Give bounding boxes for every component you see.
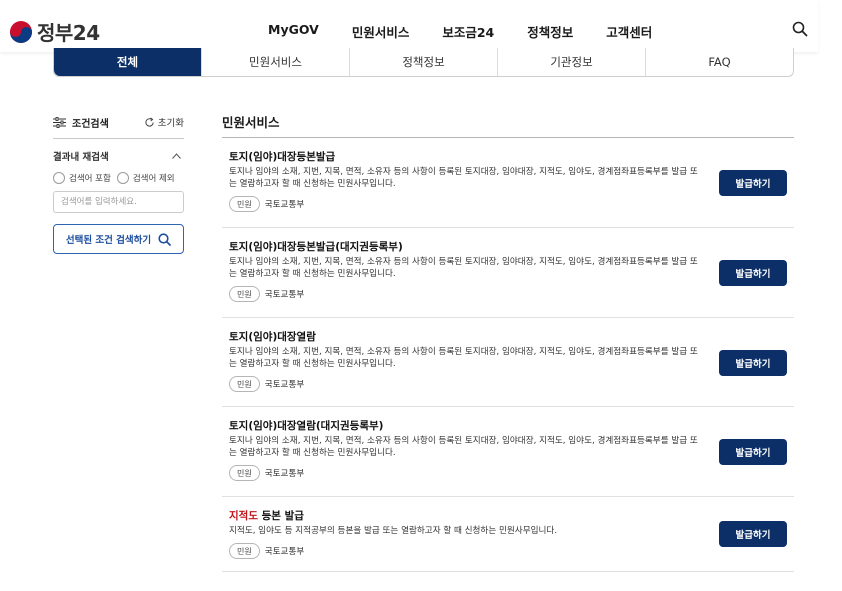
list-item: 지적도 등본 발급 지적도, 임야도 등 지적공부의 등본을 발급 또는 열람하… [222,497,794,572]
filter-sliders-icon [53,116,66,128]
main-nav: MyGOV 민원서비스 보조금24 정책정보 고객센터 [268,22,685,41]
refine-search-header[interactable]: 결과내 재검색 [53,149,184,163]
item-description: 지적도, 임야도 등 지적공부의 등본을 발급 또는 열람하고자 할 때 신청하… [229,526,558,536]
list-item: 토지(임야)대장등본발급(대지권등록부) 토지나 임야의 소재, 지번, 지목,… [222,228,794,318]
radio-include-circle[interactable] [53,172,65,184]
category-tag: 민원 [229,543,260,559]
list-item: 토지(임야)대장열람 토지나 임야의 소재, 지번, 지목, 면적, 소유자 등… [222,318,794,407]
list-item: 토지(임야)대장열람(대지권등록부) 토지나 임야의 소재, 지번, 지목, 면… [222,407,794,497]
agency-name: 국토교통부 [264,290,305,300]
search-mode-radios: 검색어 포함 검색어 제외 [53,172,184,184]
tab-all[interactable]: 전체 [54,48,201,76]
item-title-text: 토지(임야)대장열람 [229,331,316,343]
tab-agency-info[interactable]: 기관정보 [497,48,645,76]
issue-button[interactable]: 발급하기 [719,170,787,196]
item-title[interactable]: 토지(임야)대장등본발급 [229,149,794,163]
item-title-text: 토지(임야)대장등본발급 [229,151,336,163]
refresh-icon [145,117,154,127]
item-description: 토지나 임야의 소재, 지번, 지목, 면적, 소유자 등의 사항이 등록된 토… [229,436,698,458]
tab-policy-info[interactable]: 정책정보 [349,48,497,76]
filter-title-label: 조건검색 [72,118,109,130]
nav-item-policy-info[interactable]: 정책정보 [527,22,573,41]
category-tabs: 전체 민원서비스 정책정보 기관정보 FAQ [53,48,794,77]
radio-exclude-label: 검색어 제외 [132,174,175,184]
search-selected-conditions-button[interactable]: 선택된 조건 검색하기 [53,224,184,254]
list-item: 토지(임야)대장등본발급 토지나 임야의 소재, 지번, 지목, 면적, 소유자… [222,138,794,228]
agency-name: 국토교통부 [264,200,305,210]
taegeuk-logo-icon [10,20,32,43]
issue-button[interactable]: 발급하기 [719,260,787,286]
reset-button[interactable]: 초기화 [144,115,184,129]
nav-item-customer-center[interactable]: 고객센터 [606,22,652,41]
site-logo[interactable]: 정부24 [10,17,100,46]
item-title[interactable]: 토지(임야)대장열람(대지권등록부) [229,418,794,432]
section-title: 민원서비스 [222,115,280,130]
issue-button[interactable]: 발급하기 [719,521,787,547]
issue-button[interactable]: 발급하기 [719,439,787,465]
tab-civil-services[interactable]: 민원서비스 [201,48,349,76]
item-title[interactable]: 지적도 등본 발급 [229,508,794,522]
chevron-up-icon[interactable] [172,153,181,159]
item-title-text: 등본 발급 [257,510,304,522]
results-panel: 민원서비스 토지(임야)대장등본발급 토지나 임야의 소재, 지번, 지목, 면… [222,112,794,572]
agency-name: 국토교통부 [264,469,305,479]
category-tag: 민원 [229,465,260,481]
search-selected-label: 선택된 조건 검색하기 [65,235,152,246]
radio-exclude-circle[interactable] [116,172,129,184]
item-description: 토지나 임야의 소재, 지번, 지목, 면적, 소유자 등의 사항이 등록된 토… [229,167,698,189]
issue-button[interactable]: 발급하기 [719,350,787,376]
agency-name: 국토교통부 [264,547,305,557]
tab-faq[interactable]: FAQ [645,48,793,76]
search-icon [158,232,171,246]
nav-item-mygov[interactable]: MyGOV [268,22,319,41]
item-description: 토지나 임야의 소재, 지번, 지목, 면적, 소유자 등의 사항이 등록된 토… [229,347,698,369]
radio-exclude-keyword[interactable]: 검색어 제외 [116,172,175,184]
radio-include-keyword[interactable]: 검색어 포함 [53,172,111,184]
item-description: 토지나 임야의 소재, 지번, 지목, 면적, 소유자 등의 사항이 등록된 토… [229,257,698,279]
item-title[interactable]: 토지(임야)대장등본발급(대지권등록부) [229,239,794,253]
sidebar-divider [53,138,184,139]
nav-item-civil-services[interactable]: 민원서비스 [352,22,410,41]
item-title[interactable]: 토지(임야)대장열람 [229,329,794,343]
filter-title: 조건검색 [53,115,109,130]
filter-sidebar: 조건검색 초기화 결과내 재검색 검색어 포함 검색어 제외 선택된 조건 검색… [53,112,184,254]
search-icon[interactable] [792,21,808,37]
category-tag: 민원 [229,286,260,302]
category-tag: 민원 [229,376,260,392]
item-title-text: 토지(임야)대장열람(대지권등록부) [229,420,384,432]
site-header: 정부24 MyGOV 민원서비스 보조금24 정책정보 고객센터 [0,0,818,52]
category-tag: 민원 [229,196,260,212]
radio-include-label: 검색어 포함 [69,174,111,184]
refine-search-input[interactable] [53,191,184,213]
reset-label: 초기화 [157,118,184,129]
agency-name: 국토교통부 [264,380,305,390]
logo-text: 정부24 [37,21,100,45]
item-title-text: 토지(임야)대장등본발급(대지권등록부) [229,241,403,253]
nav-item-subsidy24[interactable]: 보조금24 [442,22,494,41]
item-title-highlight: 지적도 [229,510,258,522]
refine-search-label: 결과내 재검색 [53,152,109,163]
